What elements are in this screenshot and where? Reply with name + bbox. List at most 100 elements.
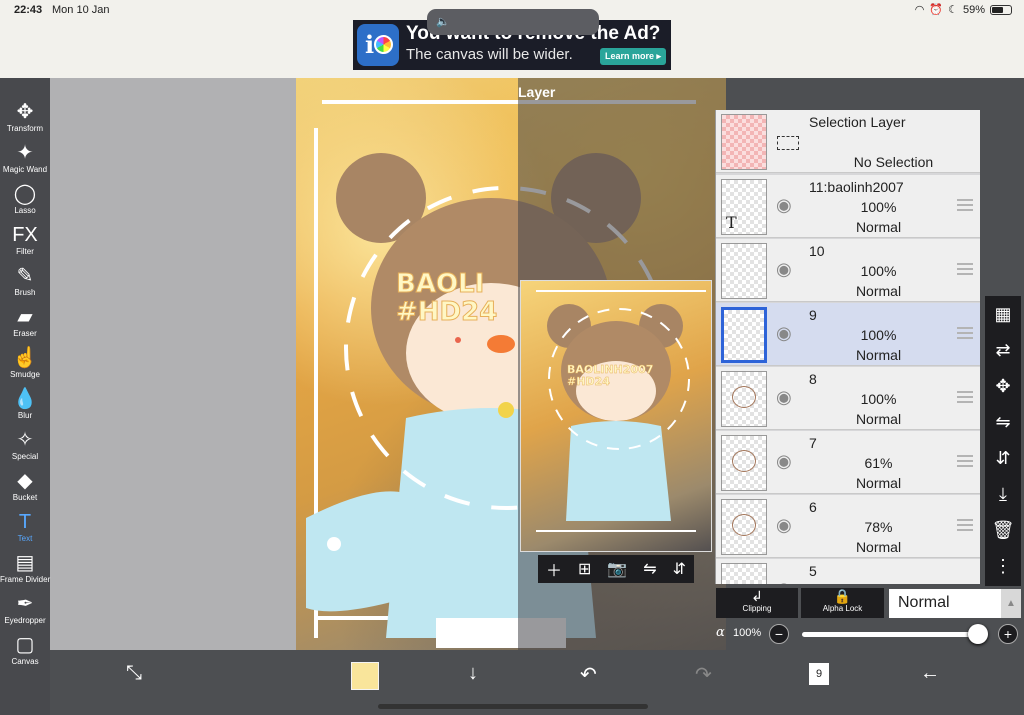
- tool-label: Brush: [14, 288, 36, 297]
- layer-name: 5: [809, 563, 817, 579]
- clipping-button[interactable]: ↲ Clipping: [716, 588, 798, 618]
- layer-name: 8: [809, 371, 817, 387]
- drag-handle-icon[interactable]: [957, 391, 973, 403]
- tool-smudge[interactable]: ☝ Smudge: [0, 346, 50, 387]
- eyedropper-icon: ✒: [16, 593, 34, 615]
- flip-layer-vertical-icon[interactable]: ⇵: [985, 440, 1021, 476]
- drag-handle-icon[interactable]: [957, 327, 973, 339]
- eye-icon[interactable]: ◉: [776, 195, 792, 216]
- eye-icon[interactable]: ◉: [776, 515, 792, 536]
- tool-canvas[interactable]: ▢ Canvas: [0, 633, 50, 674]
- selection-layer-row[interactable]: Selection Layer No Selection: [716, 110, 980, 173]
- tool-label: Smudge: [10, 370, 40, 379]
- opacity-increase-button[interactable]: +: [998, 624, 1018, 644]
- alpha-lock-button[interactable]: 🔒 Alpha Lock: [801, 588, 884, 618]
- tool-transform[interactable]: ✥ Transform: [0, 100, 50, 141]
- back-arrow-icon[interactable]: ←: [920, 662, 940, 685]
- tool-text[interactable]: T Text: [0, 510, 50, 551]
- learn-more-button[interactable]: Learn more ▸: [599, 48, 666, 65]
- layer-count-button[interactable]: 9: [809, 663, 829, 685]
- layer-row[interactable]: ◉ 8 100% Normal: [716, 367, 980, 430]
- redo-icon[interactable]: ↷: [695, 662, 712, 687]
- download-arrow-icon[interactable]: ↓: [468, 662, 478, 685]
- layer-opacity: 100%: [860, 327, 897, 343]
- more-options-icon[interactable]: ⋮: [985, 548, 1021, 584]
- add-layer-icon[interactable]: ＋: [546, 557, 562, 581]
- layer-doodle-preview: [732, 450, 756, 472]
- tool-eraser[interactable]: ▰ Eraser: [0, 305, 50, 346]
- layer-list[interactable]: Selection Layer No Selection T ◉ 11:baolin…: [715, 110, 980, 584]
- preview-text-line2: #HD24: [567, 375, 610, 388]
- drag-handle-icon[interactable]: [957, 455, 973, 467]
- drag-handle-icon[interactable]: [957, 263, 973, 275]
- tool-frame-divider[interactable]: ▤ Frame Divider: [0, 551, 50, 592]
- layer-doodle-preview: [732, 386, 756, 408]
- layer-blend-mode: Normal: [855, 219, 902, 235]
- eye-icon[interactable]: ◉: [776, 451, 792, 472]
- opacity-slider-track[interactable]: [802, 632, 980, 637]
- selection-layer-name: Selection Layer: [809, 114, 906, 130]
- quick-menu-icon[interactable]: ⤡: [126, 662, 142, 685]
- tool-magic-wand[interactable]: ✦ Magic Wand: [0, 141, 50, 182]
- eye-icon[interactable]: ◉: [776, 387, 792, 408]
- tool-blur[interactable]: 💧 Blur: [0, 387, 50, 428]
- add-special-layer-icon[interactable]: ⊞: [578, 559, 591, 579]
- speaker-icon: 🔈: [436, 16, 450, 28]
- undo-icon[interactable]: ↶: [580, 662, 597, 687]
- flip-horizontal-icon[interactable]: ⇋: [643, 559, 656, 579]
- tool-filter[interactable]: FX Filter: [0, 223, 50, 264]
- drag-handle-icon[interactable]: [957, 199, 973, 211]
- preview-drawing: BAOLINH2007 #HD24: [536, 290, 706, 532]
- text-layer-icon: T: [726, 213, 737, 232]
- clipping-label: Clipping: [742, 604, 772, 613]
- drag-handle-icon[interactable]: [957, 519, 973, 531]
- checkerboard-icon[interactable]: ▦: [985, 296, 1021, 332]
- camera-icon[interactable]: 📷: [607, 559, 627, 579]
- tool-brush[interactable]: ✎ Brush: [0, 264, 50, 305]
- bucket-icon: ◆: [17, 470, 33, 492]
- move-layer-icon[interactable]: ✥: [985, 368, 1021, 404]
- layer-row[interactable]: ◉ 10 100% Normal: [716, 239, 980, 302]
- smudge-icon: ☝: [12, 347, 38, 369]
- layer-convert-icon[interactable]: ⇄: [985, 332, 1021, 368]
- tool-lasso[interactable]: ◯ Lasso: [0, 182, 50, 223]
- eye-icon[interactable]: ◉: [776, 259, 792, 280]
- layer-blend-mode: Normal: [855, 283, 902, 299]
- tool-label: Blur: [17, 411, 33, 420]
- layer-name: 7: [809, 435, 817, 451]
- frame-divider-icon: ▤: [15, 552, 35, 574]
- volume-hud: 🔈: [427, 9, 599, 35]
- blend-mode-select[interactable]: Normal: [889, 589, 1001, 618]
- layer-blend-mode: Normal: [855, 539, 902, 555]
- transform-icon: ✥: [16, 101, 34, 123]
- magic-wand-icon: ✦: [16, 142, 34, 164]
- artwork-text-line1: BAOLI: [396, 269, 484, 299]
- layer-row[interactable]: ◉ 6 78% Normal: [716, 495, 980, 558]
- tool-sidebar: ✥ Transform ✦ Magic Wand ◯ Lasso FX Filter ✎ Brus…: [0, 78, 50, 715]
- opacity-decrease-button[interactable]: −: [769, 624, 789, 644]
- blend-mode-arrow-icon[interactable]: ▲: [1001, 589, 1021, 618]
- eye-icon[interactable]: ◉: [776, 579, 792, 584]
- delete-layer-icon[interactable]: 🗑: [985, 512, 1021, 548]
- layer-row[interactable]: ◉5: [716, 559, 980, 584]
- layer-row[interactable]: ◉ 7 61% Normal: [716, 431, 980, 494]
- opacity-slider-knob[interactable]: [968, 624, 988, 644]
- moon-icon: ☾: [948, 4, 958, 16]
- battery-fill: [992, 6, 1003, 13]
- layer-row[interactable]: ◉ 9 100% Normal: [716, 303, 980, 366]
- flip-layer-horizontal-icon[interactable]: ⇋: [985, 404, 1021, 440]
- flip-vertical-icon[interactable]: ⇵: [673, 559, 686, 579]
- tool-bucket[interactable]: ◆ Bucket: [0, 469, 50, 510]
- tool-special[interactable]: ✧ Special: [0, 428, 50, 469]
- layer-row[interactable]: T ◉ 11:baolinh2007 100% Normal: [716, 175, 980, 238]
- layer-thumbnail: [721, 307, 767, 363]
- tool-eyedropper[interactable]: ✒ Eyedropper: [0, 592, 50, 633]
- canvas-preview[interactable]: BAOLINH2007 #HD24: [520, 280, 712, 552]
- current-color-swatch[interactable]: [351, 662, 379, 690]
- svg-text:#HD24: #HD24: [396, 297, 497, 327]
- merge-down-icon[interactable]: ⤓: [985, 476, 1021, 512]
- selection-layer-thumbnail: [721, 114, 767, 170]
- eye-icon[interactable]: ◉: [776, 323, 792, 344]
- alpha-symbol: α: [716, 625, 725, 640]
- tool-label: Eyedropper: [4, 616, 46, 625]
